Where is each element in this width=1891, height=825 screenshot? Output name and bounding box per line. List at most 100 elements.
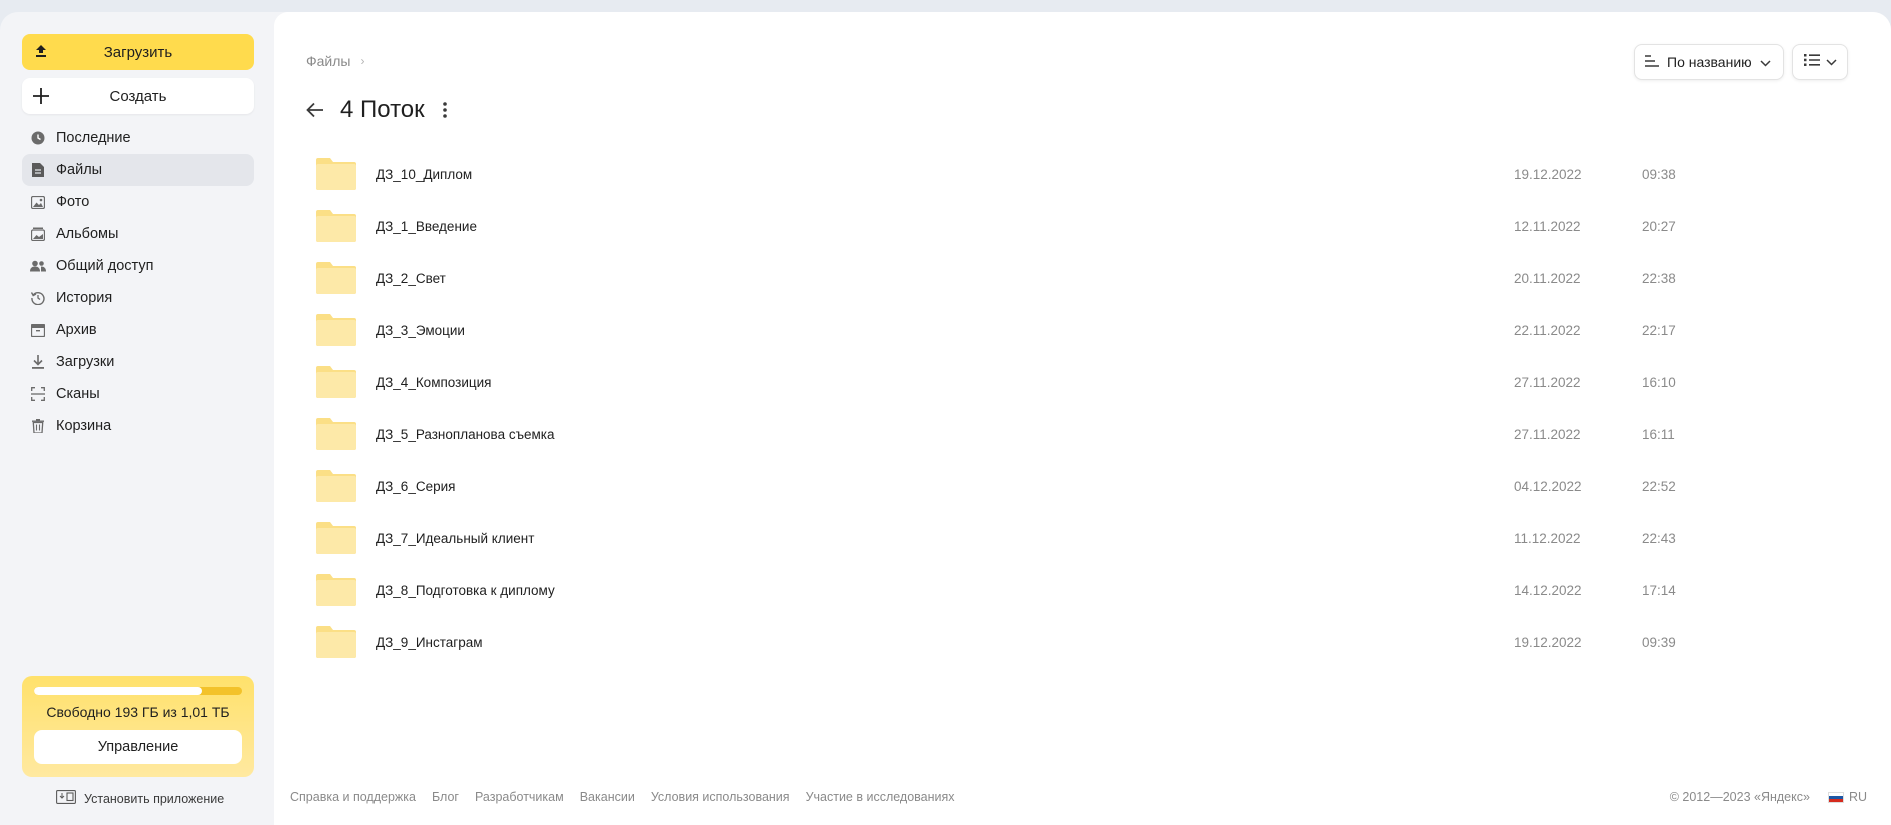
file-row[interactable]: ДЗ_2_Свет 20.11.2022 22:38 [306,252,1706,304]
footer-links: Справка и поддержка Блог Разработчикам В… [290,790,971,804]
chevron-down-icon [1760,54,1771,70]
manage-storage-button[interactable]: Управление [34,730,242,764]
language-switcher[interactable]: RU [1827,790,1867,804]
sidebar-item-recent[interactable]: Последние [22,122,254,154]
footer-right: © 2012—2023 «Яндекс» RU [1670,790,1867,804]
sidebar-item-label: Альбомы [56,226,119,242]
folder-icon [316,314,356,346]
trash-icon [30,418,46,434]
footer-link-jobs[interactable]: Вакансии [580,790,635,804]
file-date: 04.12.2022 [1514,478,1582,494]
file-time: 16:11 [1642,426,1675,442]
albums-icon [30,226,46,242]
shared-icon [30,258,46,274]
file-date: 22.11.2022 [1514,322,1581,338]
title-row: 4 Поток [304,96,447,124]
folder-icon [316,626,356,658]
desktop-app-icon [56,790,76,807]
sidebar-item-history[interactable]: История [22,282,254,314]
storage-progress-fill [34,687,203,695]
file-time: 09:38 [1642,166,1676,182]
file-row[interactable]: ДЗ_1_Введение 12.11.2022 20:27 [306,200,1706,252]
sidebar-item-label: Общий доступ [56,258,154,274]
upload-button-label: Загрузить [103,43,173,61]
sidebar-item-downloads[interactable]: Загрузки [22,346,254,378]
sort-icon [1645,54,1659,70]
file-date: 27.11.2022 [1514,426,1581,442]
file-row[interactable]: ДЗ_3_Эмоции 22.11.2022 22:17 [306,304,1706,356]
file-row[interactable]: ДЗ_4_Композиция 27.11.2022 16:10 [306,356,1706,408]
storage-widget: Свободно 193 ГБ из 1,01 ТБ Управление [22,676,254,777]
app-window: Загрузить Создать Последние Файлы Фото А… [0,12,1891,825]
install-app-link[interactable]: Установить приложение [56,790,224,807]
folder-icon [316,262,356,294]
language-label: RU [1848,790,1867,804]
storage-text: Свободно 193 ГБ из 1,01 ТБ [46,704,230,720]
file-date: 14.12.2022 [1514,582,1582,598]
breadcrumb-files[interactable]: Файлы [306,53,350,69]
file-row[interactable]: ДЗ_7_Идеальный клиент 11.12.2022 22:43 [306,512,1706,564]
sidebar-item-albums[interactable]: Альбомы [22,218,254,250]
sidebar-item-trash[interactable]: Корзина [22,410,254,442]
footer-link-blog[interactable]: Блог [432,790,459,804]
breadcrumb: Файлы › [306,53,364,69]
file-time: 22:43 [1642,530,1676,546]
breadcrumb-separator-icon: › [360,54,365,68]
sidebar-item-label: Файлы [56,162,103,178]
history-icon [30,290,46,306]
file-name: ДЗ_6_Серия [376,478,456,494]
file-time: 17:14 [1642,582,1676,598]
sidebar-item-label: Фото [56,194,90,210]
file-date: 20.11.2022 [1514,270,1581,286]
sidebar-item-scans[interactable]: Сканы [22,378,254,410]
plus-icon [32,87,50,109]
create-button-label: Создать [109,87,167,105]
file-row[interactable]: ДЗ_6_Серия 04.12.2022 22:52 [306,460,1706,512]
file-time: 22:38 [1642,270,1676,286]
file-row[interactable]: ДЗ_10_Диплом 19.12.2022 09:38 [306,148,1706,200]
folder-icon [316,522,356,554]
scan-icon [30,386,46,402]
file-list: ДЗ_10_Диплом 19.12.2022 09:38 ДЗ_1_Введение… [306,148,1706,668]
sidebar-nav: Последние Файлы Фото Альбомы Общий досту… [22,122,254,442]
file-name: ДЗ_9_Инстаграм [376,634,483,650]
footer-link-developers[interactable]: Разработчикам [475,790,564,804]
sidebar-item-label: Сканы [56,386,100,402]
russia-flag-icon [1827,791,1844,803]
sidebar-item-files[interactable]: Файлы [22,154,254,186]
sidebar-item-archive[interactable]: Архив [22,314,254,346]
folder-icon [316,158,356,190]
upload-button[interactable]: Загрузить [22,34,254,70]
file-date: 19.12.2022 [1514,166,1582,182]
create-button[interactable]: Создать [22,78,254,114]
page-title: 4 Поток [340,96,425,123]
install-app-label: Установить приложение [84,791,225,806]
sidebar-item-shared[interactable]: Общий доступ [22,250,254,282]
folder-icon [316,366,356,398]
footer-link-help[interactable]: Справка и поддержка [290,790,416,804]
file-row[interactable]: ДЗ_8_Подготовка к диплому 14.12.2022 17:14 [306,564,1706,616]
sort-dropdown[interactable]: По названию [1634,44,1784,80]
folder-icon [316,210,356,242]
upload-icon [34,44,48,62]
file-name: ДЗ_1_Введение [376,218,477,234]
file-date: 19.12.2022 [1514,634,1582,650]
sidebar-item-label: Архив [56,322,97,338]
file-row[interactable]: ДЗ_5_Разнопланова съемка 27.11.2022 16:11 [306,408,1706,460]
file-row[interactable]: ДЗ_9_Инстаграм 19.12.2022 09:39 [306,616,1706,668]
file-icon [30,162,46,178]
file-date: 27.11.2022 [1514,374,1581,390]
footer-link-research[interactable]: Участие в исследованиях [806,790,955,804]
file-time: 16:10 [1642,374,1676,390]
footer-link-terms[interactable]: Условия использования [651,790,790,804]
list-view-icon [1803,53,1820,71]
file-date: 11.12.2022 [1514,530,1581,546]
sidebar-item-photo[interactable]: Фото [22,186,254,218]
file-name: ДЗ_5_Разнопланова съемка [376,426,555,442]
back-arrow-icon[interactable] [304,99,326,121]
view-mode-dropdown[interactable] [1792,44,1848,80]
file-time: 09:39 [1642,634,1676,650]
more-vertical-icon[interactable] [442,102,447,118]
copyright-text: © 2012—2023 «Яндекс» [1669,790,1810,804]
file-name: ДЗ_10_Диплом [376,166,473,182]
